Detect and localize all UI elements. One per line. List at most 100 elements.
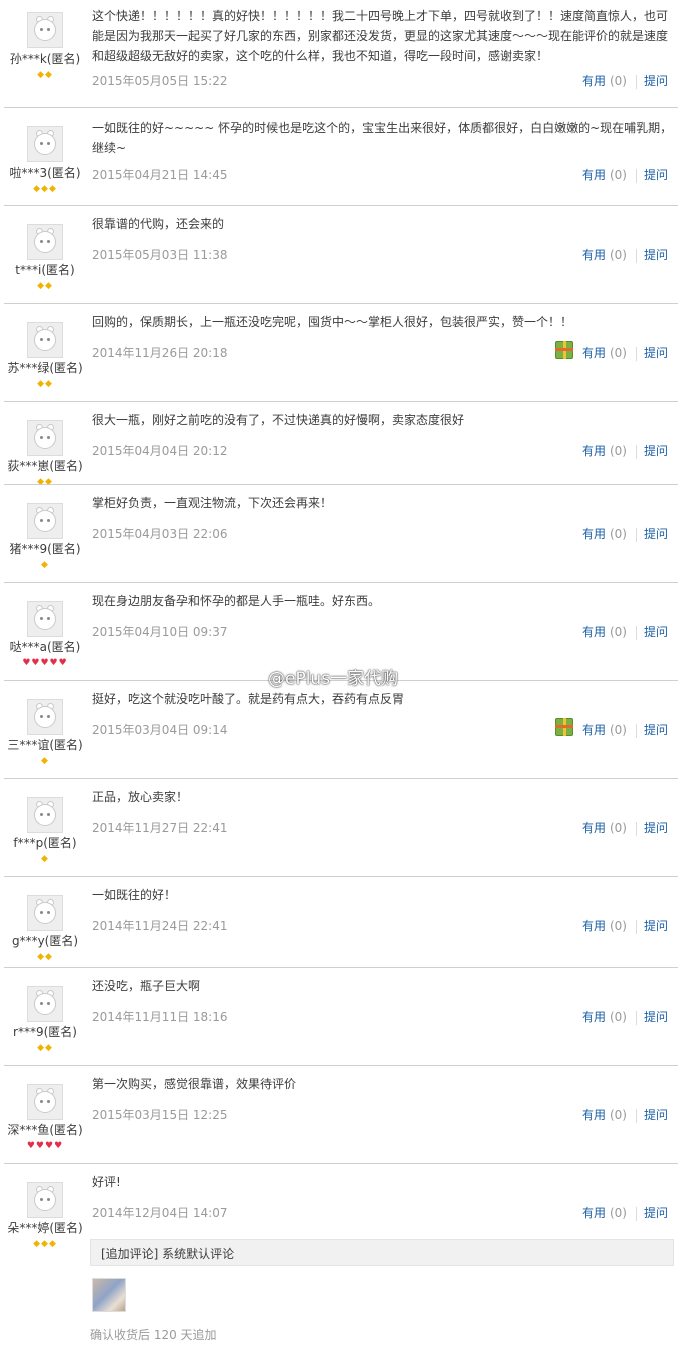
ask-question-link[interactable]: 提问 (644, 1108, 668, 1122)
useful-button[interactable]: 有用 (582, 168, 606, 182)
review-date: 2014年11月24日 22:41 (92, 919, 228, 933)
default-avatar-icon (34, 19, 56, 41)
useful-count: (0) (609, 74, 627, 88)
user-avatar[interactable] (27, 503, 63, 539)
ask-question-link[interactable]: 提问 (644, 527, 668, 541)
user-avatar[interactable] (27, 224, 63, 260)
append-comment-text: [追加评论] 系统默认评论 (101, 1247, 235, 1261)
user-avatar[interactable] (27, 12, 63, 48)
ask-question-link[interactable]: 提问 (644, 168, 668, 182)
review-content: 挺好，吃这个就没吃叶酸了。就是药有点大，吞药有点反胃 (92, 692, 405, 706)
reviewer-name: t***i(匿名) (15, 263, 75, 277)
review-actions: 有用 (0) 提问 (582, 246, 668, 263)
review-date: 2015年03月04日 09:14 (92, 723, 228, 737)
review-date: 2015年04月04日 20:12 (92, 444, 228, 458)
review-date: 2015年05月03日 11:38 (92, 248, 228, 262)
review-item: 苏***绿(匿名) ◆◆ 回购的，保质期长，上一瓶还没吃完呢，囤货中～～掌柜人很好，… (0, 304, 680, 402)
review-item: 深***鱼(匿名) ♥♥♥♥ 第一次购买，感觉很靠谱，效果待评价 2015年03月15… (0, 1066, 680, 1164)
action-divider (635, 625, 637, 640)
default-avatar-icon (34, 329, 56, 351)
action-divider (635, 1108, 637, 1123)
user-avatar[interactable] (27, 1182, 63, 1218)
review-item: 荻***崽(匿名) ◆◆ 很大一瓶，刚好之前吃的没有了，不过快递真的好慢啊，卖家态度… (0, 402, 680, 487)
useful-button[interactable]: 有用 (582, 1206, 606, 1220)
useful-button[interactable]: 有用 (582, 919, 606, 933)
useful-button[interactable]: 有用 (582, 1010, 606, 1024)
action-divider (635, 1010, 637, 1025)
review-date: 2014年12月04日 14:07 (92, 1206, 228, 1220)
review-content: 这个快递！！！！！！真的好快！！！！！！我二十四号晚上才下单，四号就收到了！！速… (92, 9, 669, 63)
useful-button[interactable]: 有用 (582, 1108, 606, 1122)
useful-button[interactable]: 有用 (582, 723, 606, 737)
ask-question-link[interactable]: 提问 (644, 346, 668, 360)
ask-question-link[interactable]: 提问 (644, 1010, 668, 1024)
user-avatar[interactable] (27, 797, 63, 833)
user-avatar[interactable] (27, 895, 63, 931)
review-item: 三***谊(匿名) ◆ 挺好，吃这个就没吃叶酸了。就是药有点大，吞药有点反胃 2015… (0, 681, 680, 779)
ask-question-link[interactable]: 提问 (644, 444, 668, 458)
review-actions: 有用 (0) 提问 (582, 917, 668, 934)
review-item: r***9(匿名) ◆◆ 还没吃，瓶子巨大啊 2014年11月11日 18:16 有用(… (0, 968, 680, 1066)
action-divider (635, 723, 637, 738)
reviewer-name: 三***谊(匿名) (7, 738, 83, 752)
review-date: 2014年11月26日 20:18 (92, 346, 228, 360)
useful-button[interactable]: 有用 (582, 821, 606, 835)
review-date: 2014年11月27日 22:41 (92, 821, 228, 835)
reviewer-name: 哒***a(匿名) (9, 640, 81, 654)
review-date: 2014年11月11日 18:16 (92, 1010, 228, 1024)
useful-button[interactable]: 有用 (582, 248, 606, 262)
buyer-diamond-rank-icon: ◆ (41, 756, 49, 766)
buyer-diamond-rank-icon: ◆◆◆ (33, 1239, 57, 1249)
ask-question-link[interactable]: 提问 (644, 723, 668, 737)
ask-question-link[interactable]: 提问 (644, 821, 668, 835)
review-content: 回购的，保质期长，上一瓶还没吃完呢，囤货中～～掌柜人很好，包装很严实，赞一个！！ (92, 315, 573, 329)
user-avatar[interactable] (27, 986, 63, 1022)
review-content: 好评! (92, 1175, 121, 1189)
default-avatar-icon (34, 804, 56, 826)
ask-question-link[interactable]: 提问 (644, 919, 668, 933)
review-actions: 有用 (0) 提问 (582, 72, 668, 89)
action-divider (635, 74, 637, 89)
ask-question-link[interactable]: 提问 (644, 74, 668, 88)
user-avatar[interactable] (27, 699, 63, 735)
reviewer-name: 荻***崽(匿名) (7, 459, 83, 473)
useful-button[interactable]: 有用 (582, 527, 606, 541)
user-avatar[interactable] (27, 126, 63, 162)
ask-question-link[interactable]: 提问 (644, 625, 668, 639)
user-avatar[interactable] (27, 601, 63, 637)
default-avatar-icon (34, 608, 56, 630)
user-avatar[interactable] (27, 322, 63, 358)
review-content: 一如既往的好！ (92, 888, 177, 902)
review-item: t***i(匿名) ◆◆ 很靠谱的代购，还会来的 2015年05月03日 11:38 有… (0, 206, 680, 304)
useful-button[interactable]: 有用 (582, 625, 606, 639)
useful-count: (0) (609, 1010, 627, 1024)
buyer-diamond-rank-icon: ◆◆ (37, 379, 53, 389)
review-actions: 有用 (0) 提问 (582, 1106, 668, 1123)
ask-question-link[interactable]: 提问 (644, 248, 668, 262)
useful-button[interactable]: 有用 (582, 444, 606, 458)
useful-count: (0) (609, 168, 627, 182)
reviewer-name: g***y(匿名) (11, 934, 79, 948)
action-divider (635, 527, 637, 542)
append-days-note: 确认收货后 120 天追加 (90, 1328, 217, 1342)
action-divider (635, 1206, 637, 1221)
review-photo-thumbnail[interactable] (92, 1278, 126, 1312)
default-avatar-icon (34, 133, 56, 155)
review-actions: 有用 (0) 提问 (582, 1204, 668, 1221)
review-item: 孙***k(匿名) ◆◆ 这个快递！！！！！！真的好快！！！！！！我二十四号晚上才下… (0, 0, 680, 108)
ask-question-link[interactable]: 提问 (644, 1206, 668, 1220)
default-avatar-icon (34, 993, 56, 1015)
review-date: 2015年04月10日 09:37 (92, 625, 228, 639)
user-avatar[interactable] (27, 1084, 63, 1120)
review-content: 第一次购买，感觉很靠谱，效果待评价 (92, 1077, 297, 1091)
useful-count: (0) (609, 1206, 627, 1220)
useful-button[interactable]: 有用 (582, 346, 606, 360)
user-avatar[interactable] (27, 420, 63, 456)
reviewer-name: 孙***k(匿名) (9, 52, 81, 66)
useful-count: (0) (609, 1108, 627, 1122)
review-item: 朵***婷(匿名) ◆◆◆ 好评! 2014年12月04日 14:07 有用 (0) 提问 (0, 1164, 680, 1249)
review-content: 很大一瓶，刚好之前吃的没有了，不过快递真的好慢啊，卖家态度很好 (92, 413, 465, 427)
append-comment-box: [追加评论] 系统默认评论 (90, 1239, 674, 1266)
useful-button[interactable]: 有用 (582, 74, 606, 88)
review-actions: 有用 (0) 提问 (582, 623, 668, 640)
